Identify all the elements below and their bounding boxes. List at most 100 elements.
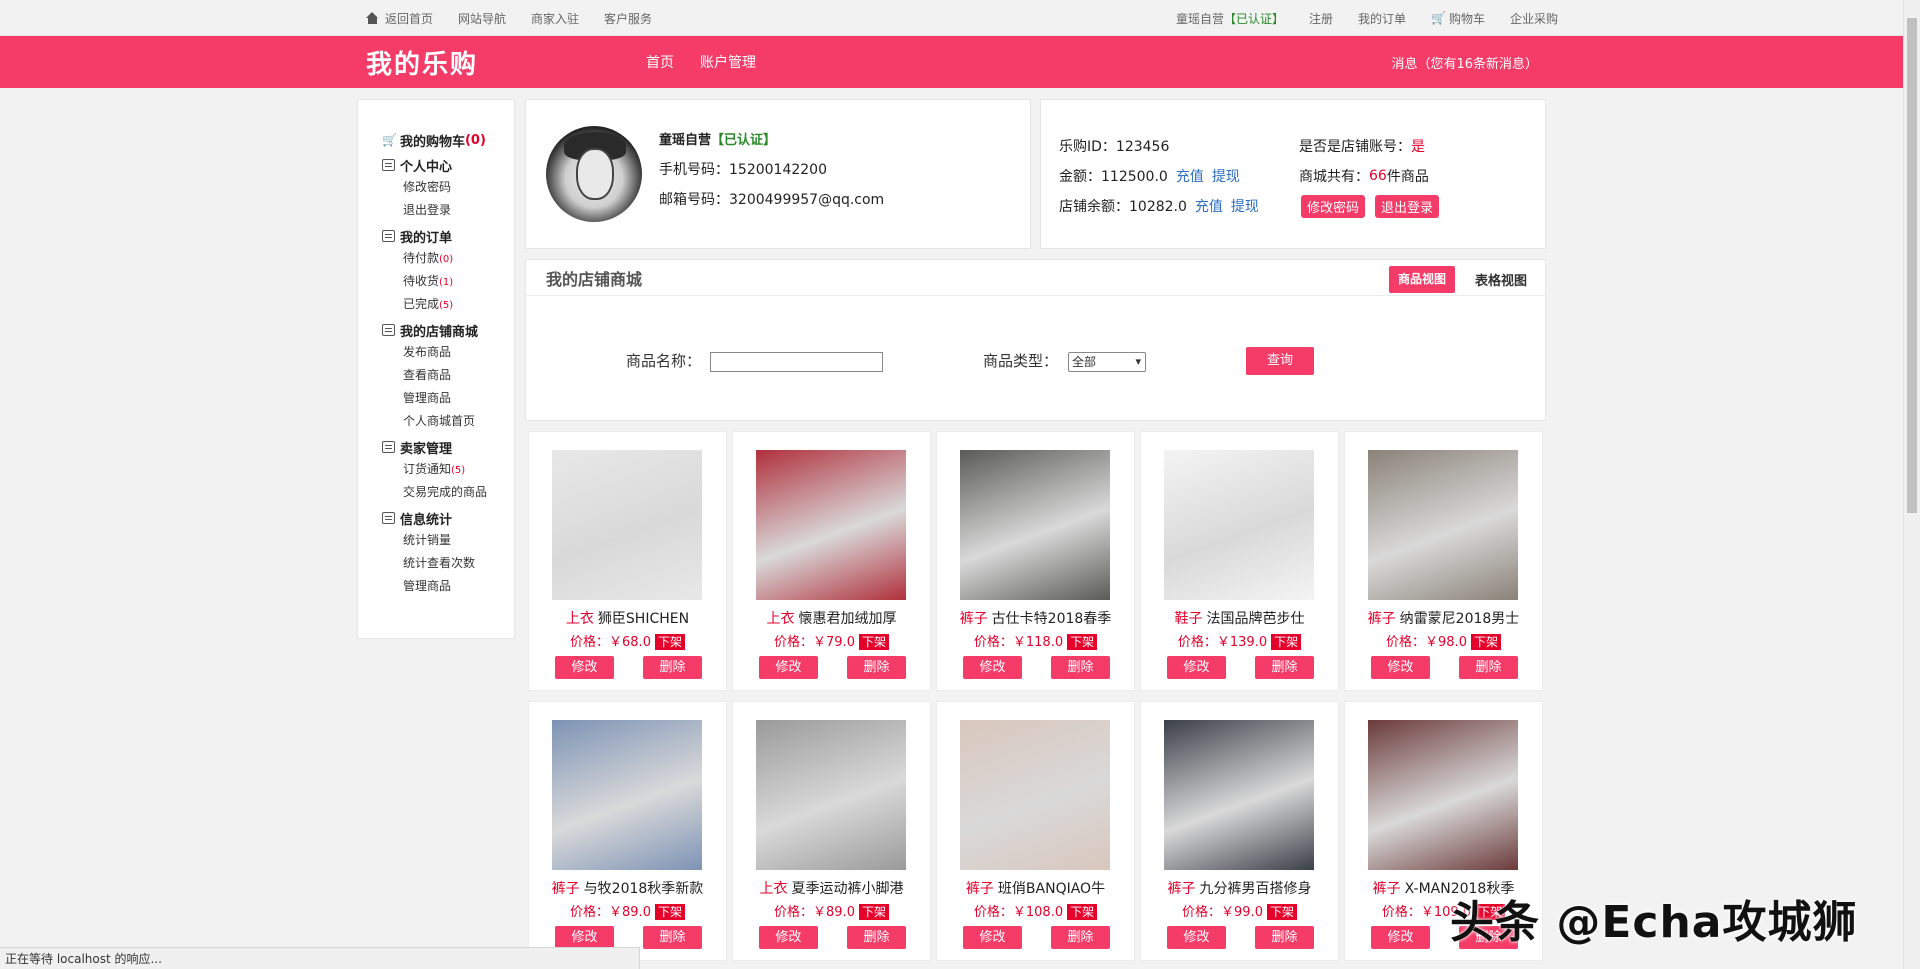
product-image[interactable] — [960, 450, 1110, 600]
sidebar-item[interactable]: 个人商城首页 — [382, 410, 514, 433]
product-image[interactable] — [552, 450, 702, 600]
product-name[interactable]: 裤子 纳雷蒙尼2018男士 — [1345, 608, 1542, 628]
product-card[interactable]: 裤子 与牧2018秋季新款 价格：￥89.0 下架 修改 删除 — [528, 701, 727, 961]
product-name[interactable]: 裤子 古仕卡特2018春季 — [937, 608, 1134, 628]
sidebar-item[interactable]: 管理商品 — [382, 387, 514, 410]
off-shelf-button[interactable]: 下架 — [1266, 904, 1297, 920]
product-image[interactable] — [1368, 450, 1518, 600]
product-image[interactable] — [960, 720, 1110, 870]
delete-button[interactable]: 删除 — [643, 926, 702, 949]
sidebar-item[interactable]: 发布商品 — [382, 341, 514, 364]
product-card[interactable]: 裤子 古仕卡特2018春季 价格：￥118.0 下架 修改 删除 — [936, 431, 1135, 691]
off-shelf-button[interactable]: 下架 — [654, 634, 685, 650]
scrollbar-thumb[interactable] — [1907, 18, 1917, 513]
edit-button[interactable]: 修改 — [759, 926, 818, 949]
product-card[interactable]: 裤子 九分裤男百搭修身 价格：￥99.0 下架 修改 删除 — [1140, 701, 1339, 961]
product-card[interactable]: 上衣 狮臣SHICHEN 价格：￥68.0 下架 修改 删除 — [528, 431, 727, 691]
sidebar-item[interactable]: 修改密码 — [382, 176, 514, 199]
delete-button[interactable]: 删除 — [1051, 926, 1110, 949]
top-link-merchant-join[interactable]: 商家入驻 — [531, 10, 579, 27]
tab-goods-view[interactable]: 商品视图 — [1388, 266, 1455, 293]
top-link-home[interactable]: 返回首页 — [366, 10, 433, 27]
sidebar-item[interactable]: 统计查看次数 — [382, 552, 514, 575]
sidebar-item[interactable]: 查看商品 — [382, 364, 514, 387]
product-name[interactable]: 上衣 夏季运动裤小脚港 — [733, 878, 930, 898]
edit-button[interactable]: 修改 — [759, 656, 818, 679]
shop-recharge-link[interactable]: 充值 — [1195, 196, 1223, 216]
product-image[interactable] — [1164, 450, 1314, 600]
off-shelf-button[interactable]: 下架 — [858, 634, 889, 650]
sidebar-item[interactable]: 待收货(1) — [382, 270, 514, 293]
query-button[interactable]: 查询 — [1246, 347, 1314, 375]
edit-button[interactable]: 修改 — [1371, 926, 1430, 949]
edit-button[interactable]: 修改 — [963, 926, 1022, 949]
product-name[interactable]: 上衣 懐惠君加绒加厚 — [733, 608, 930, 628]
messages-link[interactable]: 消息（您有16条新消息） — [1391, 53, 1538, 72]
sidebar-group[interactable]: 我的店铺商城 — [382, 319, 514, 341]
sidebar-item[interactable]: 订货通知(5) — [382, 458, 514, 481]
top-link-register[interactable]: 注册 — [1309, 10, 1333, 27]
product-card[interactable]: 上衣 懐惠君加绒加厚 价格：￥79.0 下架 修改 删除 — [732, 431, 931, 691]
change-password-button[interactable]: 修改密码 — [1301, 194, 1366, 218]
off-shelf-button[interactable]: 下架 — [1470, 634, 1501, 650]
delete-button[interactable]: 删除 — [1051, 656, 1110, 679]
delete-button[interactable]: 删除 — [1255, 656, 1314, 679]
site-logo[interactable]: 我的乐购 — [366, 44, 478, 81]
tab-table-view[interactable]: 表格视图 — [1475, 266, 1527, 293]
shop-withdraw-link[interactable]: 提现 — [1231, 196, 1259, 216]
sidebar-item[interactable]: 管理商品 — [382, 575, 514, 598]
sidebar-item[interactable]: 交易完成的商品 — [382, 481, 514, 504]
top-link-enterprise[interactable]: 企业采购 — [1510, 10, 1558, 27]
top-link-site-nav[interactable]: 网站导航 — [458, 10, 506, 27]
withdraw-link[interactable]: 提现 — [1212, 166, 1240, 186]
sidebar-item[interactable]: 统计销量 — [382, 529, 514, 552]
product-name[interactable]: 裤子 与牧2018秋季新款 — [529, 878, 726, 898]
sidebar-item[interactable]: 退出登录 — [382, 199, 514, 222]
product-image[interactable] — [1368, 720, 1518, 870]
sidebar-group[interactable]: 信息统计 — [382, 507, 514, 529]
edit-button[interactable]: 修改 — [963, 656, 1022, 679]
edit-button[interactable]: 修改 — [555, 926, 614, 949]
product-image[interactable] — [552, 720, 702, 870]
edit-button[interactable]: 修改 — [1371, 656, 1430, 679]
product-name[interactable]: 上衣 狮臣SHICHEN — [529, 608, 726, 628]
product-name[interactable]: 裤子 九分裤男百搭修身 — [1141, 878, 1338, 898]
edit-button[interactable]: 修改 — [555, 656, 614, 679]
nav-home[interactable]: 首页 — [646, 52, 674, 72]
recharge-link[interactable]: 充值 — [1176, 166, 1204, 186]
sidebar-cart[interactable]: 🛒 我的购物车 (0) — [382, 129, 514, 151]
logout-button[interactable]: 退出登录 — [1375, 194, 1440, 218]
top-link-shop[interactable]: 童瑶自营 【已认证】 — [1176, 10, 1284, 27]
vertical-scrollbar[interactable] — [1903, 0, 1920, 969]
top-link-my-orders[interactable]: 我的订单 — [1358, 10, 1406, 27]
sidebar-group[interactable]: 我的订单 — [382, 225, 514, 247]
delete-button[interactable]: 删除 — [847, 926, 906, 949]
delete-button[interactable]: 删除 — [1459, 656, 1518, 679]
sidebar-group[interactable]: 卖家管理 — [382, 436, 514, 458]
off-shelf-button[interactable]: 下架 — [1067, 904, 1098, 920]
delete-button[interactable]: 删除 — [643, 656, 702, 679]
product-card[interactable]: 上衣 夏季运动裤小脚港 价格：￥89.0 下架 修改 删除 — [732, 701, 931, 961]
product-card[interactable]: 裤子 纳雷蒙尼2018男士 价格：￥98.0 下架 修改 删除 — [1344, 431, 1543, 691]
product-name[interactable]: 裤子 班俏BANQIAO牛 — [937, 878, 1134, 898]
product-name[interactable]: 鞋子 法国品牌芭步仕 — [1141, 608, 1338, 628]
off-shelf-button[interactable]: 下架 — [1271, 634, 1302, 650]
delete-button[interactable]: 删除 — [1255, 926, 1314, 949]
product-image[interactable] — [1164, 720, 1314, 870]
top-link-cart[interactable]: 🛒 购物车 — [1431, 10, 1485, 27]
sidebar-group[interactable]: 个人中心 — [382, 154, 514, 176]
edit-button[interactable]: 修改 — [1167, 656, 1226, 679]
goods-name-input[interactable] — [710, 352, 883, 372]
goods-type-select[interactable]: 全部 — [1068, 352, 1146, 372]
edit-button[interactable]: 修改 — [1167, 926, 1226, 949]
product-card[interactable]: 鞋子 法国品牌芭步仕 价格：￥139.0 下架 修改 删除 — [1140, 431, 1339, 691]
off-shelf-button[interactable]: 下架 — [858, 904, 889, 920]
product-image[interactable] — [756, 450, 906, 600]
sidebar-item[interactable]: 待付款(0) — [382, 247, 514, 270]
top-link-customer-service[interactable]: 客户服务 — [604, 10, 652, 27]
nav-account[interactable]: 账户管理 — [700, 52, 756, 72]
product-image[interactable] — [756, 720, 906, 870]
product-card[interactable]: 裤子 班俏BANQIAO牛 价格：￥108.0 下架 修改 删除 — [936, 701, 1135, 961]
delete-button[interactable]: 删除 — [847, 656, 906, 679]
off-shelf-button[interactable]: 下架 — [654, 904, 685, 920]
